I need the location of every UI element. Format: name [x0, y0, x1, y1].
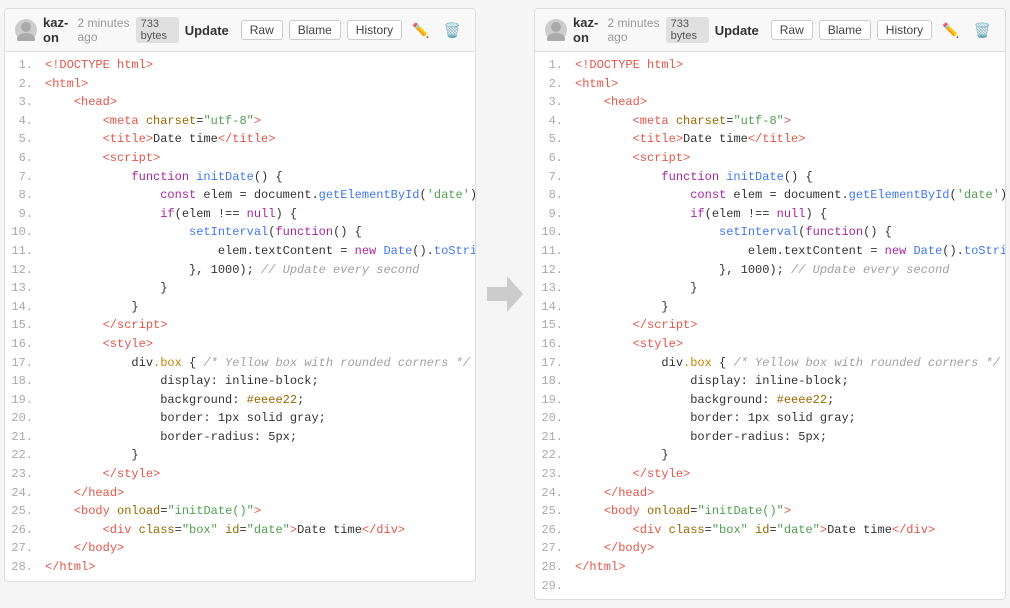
code-line: 1.<!DOCTYPE html>: [5, 56, 475, 75]
code-line: 26. <div class="box" id="date">Date time…: [5, 521, 475, 540]
code-line: 23. </style>: [5, 465, 475, 484]
commit-right: Update: [715, 23, 759, 38]
code-line: 24. </head>: [535, 484, 1005, 503]
code-line: 26. <div class="box" id="date">Date time…: [535, 521, 1005, 540]
author-right: kaz-on: [573, 15, 602, 45]
code-line: 29.: [535, 577, 1005, 596]
left-panel-header: kaz-on 2 minutes ago 733 bytes Update Ra…: [5, 9, 475, 52]
code-line: 25. <body onload="initDate()">: [5, 502, 475, 521]
right-panel: kaz-on 2 minutes ago 733 bytes Update Ra…: [534, 8, 1006, 600]
code-line: 2.<html>: [5, 75, 475, 94]
code-line: 19. background: #eeee22;: [535, 391, 1005, 410]
code-line: 20. border: 1px solid gray;: [535, 409, 1005, 428]
code-line: 15. </script>: [5, 316, 475, 335]
code-line: 18. display: inline-block;: [535, 372, 1005, 391]
code-line: 8. const elem = document.getElementById(…: [535, 186, 1005, 205]
code-line: 14. }: [5, 298, 475, 317]
code-line: 12. }, 1000); // Update every second: [535, 261, 1005, 280]
code-line: 10. setInterval(function() {: [5, 223, 475, 242]
code-line: 28.</html>: [535, 558, 1005, 577]
code-line: 9. if(elem !== null) {: [535, 205, 1005, 224]
left-panel: kaz-on 2 minutes ago 733 bytes Update Ra…: [4, 8, 476, 582]
raw-btn-right[interactable]: Raw: [771, 20, 813, 40]
bytes-right: 733 bytes: [666, 17, 709, 43]
code-line: 5. <title>Date time</title>: [535, 130, 1005, 149]
code-line: 15. </script>: [535, 316, 1005, 335]
code-line: 13. }: [5, 279, 475, 298]
code-line: 22. }: [535, 446, 1005, 465]
raw-btn-left[interactable]: Raw: [241, 20, 283, 40]
code-line: 19. background: #eeee22;: [5, 391, 475, 410]
commit-left: Update: [185, 23, 229, 38]
code-line: 7. function initDate() {: [5, 168, 475, 187]
code-line: 14. }: [535, 298, 1005, 317]
edit-btn-left[interactable]: ✏️: [408, 20, 433, 41]
code-line: 22. }: [5, 446, 475, 465]
code-line: 27. </body>: [535, 539, 1005, 558]
bytes-left: 733 bytes: [136, 17, 179, 43]
code-line: 6. <script>: [535, 149, 1005, 168]
code-line: 1.<!DOCTYPE html>: [535, 56, 1005, 75]
blame-btn-right[interactable]: Blame: [819, 20, 871, 40]
code-line: 9. if(elem !== null) {: [5, 205, 475, 224]
diff-arrow: [480, 0, 530, 308]
code-line: 3. <head>: [5, 93, 475, 112]
code-line: 18. display: inline-block;: [5, 372, 475, 391]
delete-btn-right[interactable]: 🗑️: [970, 20, 995, 41]
code-line: 12. }, 1000); // Update every second: [5, 261, 475, 280]
blame-btn-left[interactable]: Blame: [289, 20, 341, 40]
code-left: 1.<!DOCTYPE html> 2.<html> 3. <head> 4. …: [5, 52, 475, 581]
time-left: 2 minutes ago: [78, 16, 130, 44]
code-line: 13. }: [535, 279, 1005, 298]
code-line: 21. border-radius: 5px;: [535, 428, 1005, 447]
avatar-right: [545, 19, 567, 41]
code-line: 4. <meta charset="utf-8">: [5, 112, 475, 131]
code-line: 28.</html>: [5, 558, 475, 577]
author-left: kaz-on: [43, 15, 72, 45]
code-line: 10. setInterval(function() {: [535, 223, 1005, 242]
history-btn-right[interactable]: History: [877, 20, 932, 40]
code-line: 17. div.box { /* Yellow box with rounded…: [5, 354, 475, 373]
avatar-left: [15, 19, 37, 41]
code-line: 4. <meta charset="utf-8">: [535, 112, 1005, 131]
code-line: 25. <body onload="initDate()">: [535, 502, 1005, 521]
code-line: 16. <style>: [535, 335, 1005, 354]
code-line: 7. function initDate() {: [535, 168, 1005, 187]
code-line: 2.<html>: [535, 75, 1005, 94]
code-line: 3. <head>: [535, 93, 1005, 112]
history-btn-left[interactable]: History: [347, 20, 402, 40]
code-right: 1.<!DOCTYPE html> 2.<html> 3. <head> 4. …: [535, 52, 1005, 599]
code-line: 5. <title>Date time</title>: [5, 130, 475, 149]
code-line: 8. const elem = document.getElementById(…: [5, 186, 475, 205]
code-line: 21. border-radius: 5px;: [5, 428, 475, 447]
code-line: 16. <style>: [5, 335, 475, 354]
code-line: 11. elem.textContent = new Date().toStri…: [535, 242, 1005, 261]
code-line: 24. </head>: [5, 484, 475, 503]
code-line: 23. </style>: [535, 465, 1005, 484]
code-line: 17. div.box { /* Yellow box with rounded…: [535, 354, 1005, 373]
delete-btn-left[interactable]: 🗑️: [440, 20, 465, 41]
code-line: 27. </body>: [5, 539, 475, 558]
edit-btn-right[interactable]: ✏️: [938, 20, 963, 41]
right-panel-header: kaz-on 2 minutes ago 733 bytes Update Ra…: [535, 9, 1005, 52]
arrow-icon: [487, 280, 523, 308]
code-line: 20. border: 1px solid gray;: [5, 409, 475, 428]
code-line: 6. <script>: [5, 149, 475, 168]
time-right: 2 minutes ago: [608, 16, 660, 44]
code-line: 11. elem.textContent = new Date().toStri…: [5, 242, 475, 261]
